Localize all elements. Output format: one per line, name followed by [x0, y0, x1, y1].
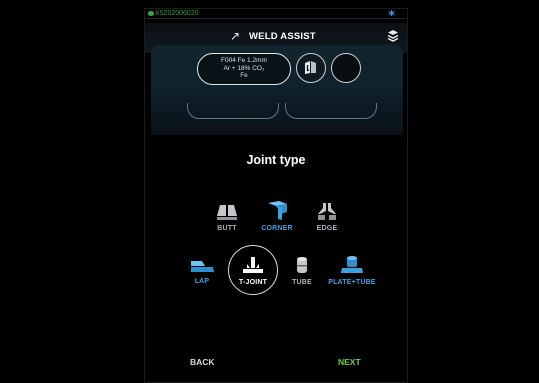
bluetooth-icon: ✱ [388, 9, 395, 18]
magic-wand-icon: ↗ [230, 29, 241, 43]
empty-slot-button[interactable] [331, 53, 361, 83]
joint-option-plate-tube[interactable]: PLATE+TUBE [317, 255, 387, 286]
wire-button[interactable] [296, 53, 326, 83]
device-id: X5202006020 [155, 10, 199, 17]
joint-type-heading: Joint type [246, 153, 306, 167]
back-button[interactable]: BACK [190, 357, 215, 367]
butt-joint-icon [217, 205, 237, 220]
layers-icon[interactable] [387, 29, 399, 43]
parameter-slot-left[interactable] [187, 103, 279, 119]
corner-joint-icon [268, 201, 287, 220]
tube-joint-icon [297, 257, 307, 273]
material-selector[interactable]: F004 Fe 1.2mm Ar + 18% CO₂ Fe [197, 53, 291, 85]
wire-spool-icon [305, 61, 316, 74]
setup-panel: F004 Fe 1.2mm Ar + 18% CO₂ Fe [151, 45, 403, 135]
next-button[interactable]: NEXT [338, 357, 361, 367]
joint-label-edge: EDGE [316, 225, 338, 232]
joint-option-edge[interactable]: EDGE [292, 202, 362, 232]
material-line-2: Ar + 18% CO₂ [223, 64, 265, 72]
material-line-1: F004 Fe 1.2mm [221, 57, 267, 64]
edge-joint-icon [318, 203, 336, 220]
joint-label-plate-tube: PLATE+TUBE [328, 279, 376, 286]
status-bar: X5202006020 ✱ [145, 9, 407, 19]
status-divider [145, 18, 407, 19]
material-line-3: Fe [240, 72, 248, 79]
lap-joint-icon [191, 261, 214, 272]
plate-tube-joint-icon [341, 256, 363, 273]
page-title: WELD ASSIST [249, 31, 316, 42]
connection-indicator-icon [148, 11, 154, 16]
parameter-slot-right[interactable] [285, 103, 377, 119]
t-joint-icon [243, 257, 263, 273]
device-screen: X5202006020 ✱ ↗ WELD ASSIST F004 Fe 1.2m… [144, 8, 408, 383]
